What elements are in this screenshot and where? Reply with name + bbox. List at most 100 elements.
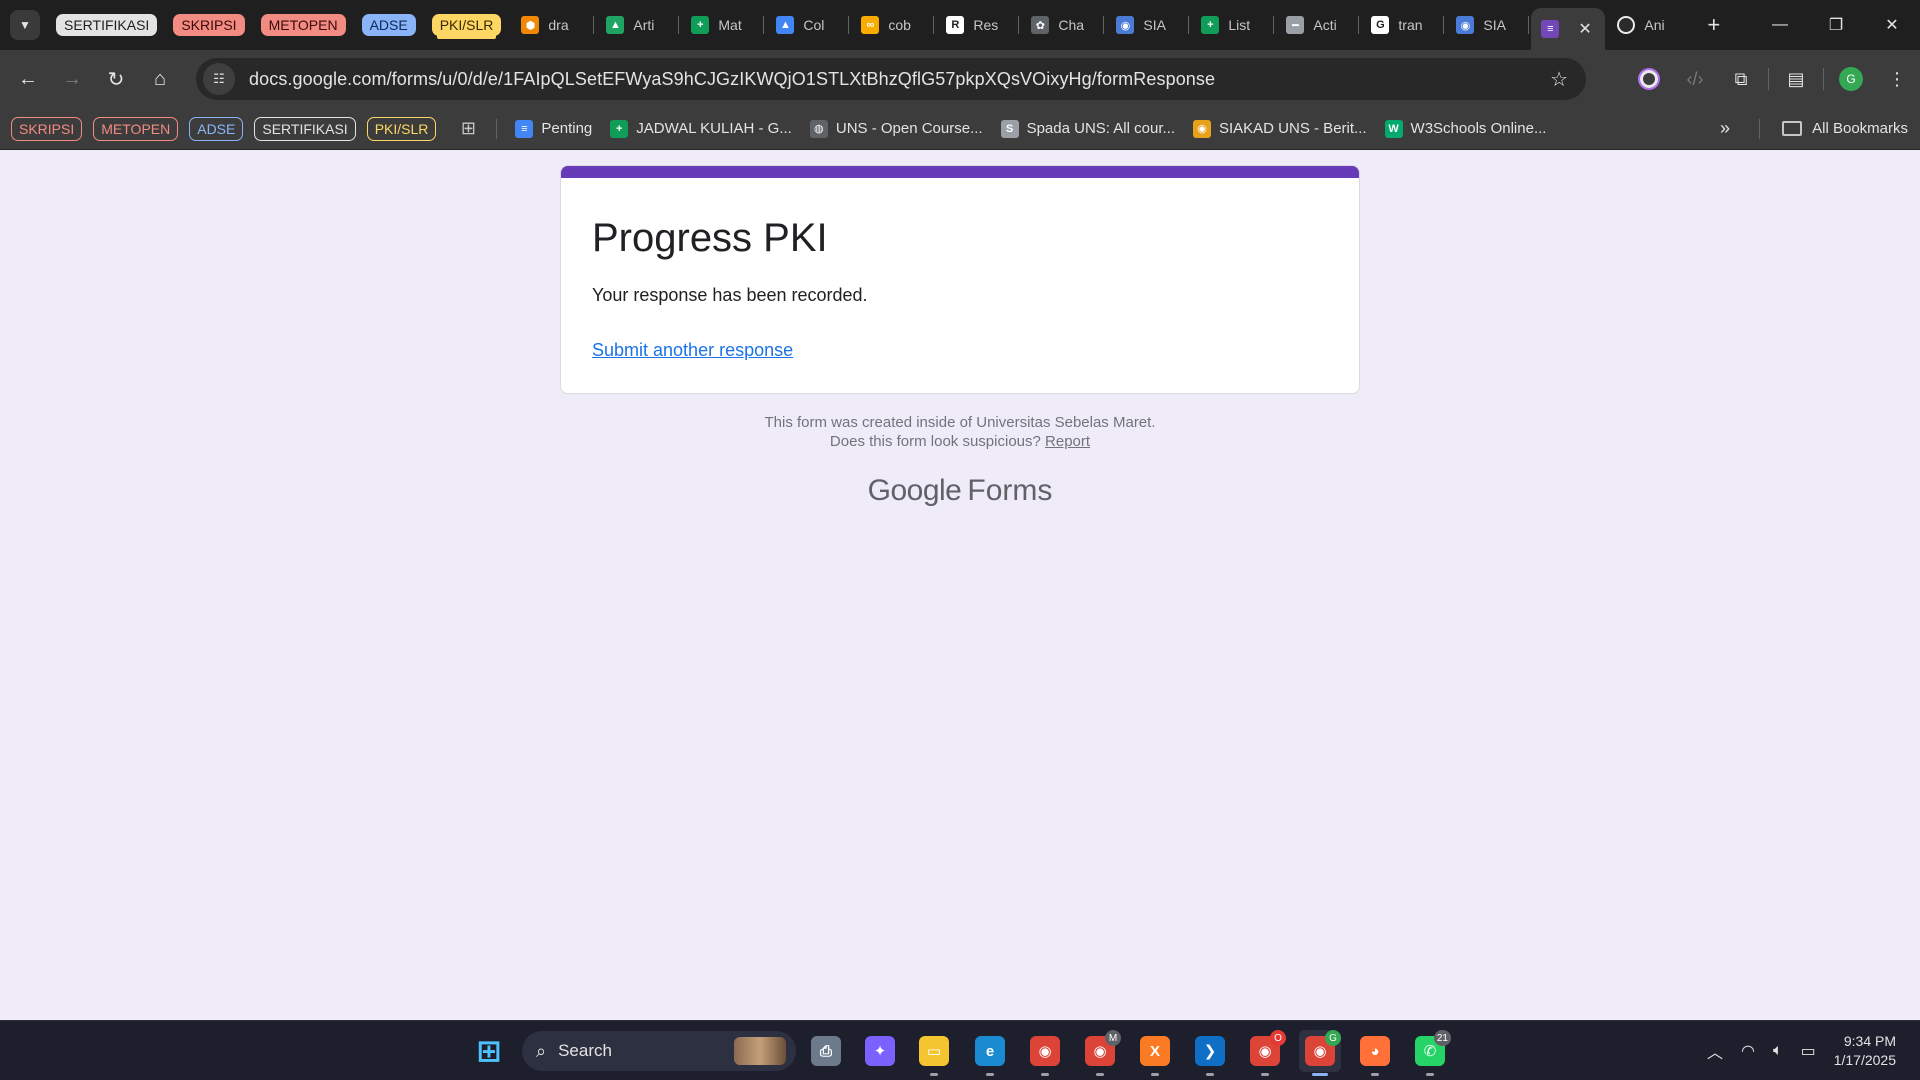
xampp-app[interactable]: X bbox=[1134, 1030, 1176, 1076]
confirmation-message: Your response has been recorded. bbox=[592, 285, 868, 305]
toolbar-divider bbox=[1768, 68, 1769, 90]
chevron-up-icon[interactable]: ︿ bbox=[1707, 1039, 1723, 1063]
browser-tab[interactable]: ∞ cob bbox=[851, 7, 933, 43]
clock-time: 9:34 PM bbox=[1843, 1033, 1896, 1049]
windows-taskbar: ⊞ ⎙ ✦ ▭ e ◉ ◉ M X ❯ ◉ O ◉ G ◕ ✆ 21 ⌕ Search ︿ ◠ 🔈︎ ▭ 9:3… bbox=[0, 1020, 1920, 1080]
apps-grid-icon: ⊞ bbox=[460, 118, 476, 138]
chrome-profile-o-app[interactable]: ◉ O bbox=[1244, 1030, 1286, 1076]
tab-title: Arti bbox=[633, 17, 655, 33]
browser-tab[interactable]: Ani bbox=[1607, 7, 1689, 43]
menu-button[interactable]: ⋮ bbox=[1874, 58, 1920, 100]
forward-button[interactable]: → bbox=[52, 59, 92, 99]
more-bookmarks-button[interactable]: » bbox=[1720, 118, 1730, 139]
bookmark-star-icon[interactable]: ☆ bbox=[1550, 67, 1568, 92]
browser-tab[interactable]: ▲ Arti bbox=[596, 7, 678, 43]
tab-title: SIA bbox=[1483, 17, 1506, 33]
bookmark-group-chip[interactable]: ADSE bbox=[189, 116, 244, 141]
bookmark-item[interactable]: S Spada UNS: All cour... bbox=[1000, 119, 1175, 138]
start-button[interactable]: ⊞ bbox=[468, 1030, 510, 1072]
tab-search-button[interactable]: ▼ bbox=[10, 10, 40, 40]
tab-group-chip[interactable]: PKI/SLR bbox=[431, 14, 502, 36]
apps-button[interactable]: ⊞ bbox=[454, 118, 482, 139]
tab-divider bbox=[1103, 16, 1105, 34]
tab-group-chip[interactable]: SKRIPSI bbox=[173, 14, 245, 36]
vscode-app[interactable]: ❯ bbox=[1189, 1030, 1231, 1076]
google-forms-logo[interactable]: Google Forms bbox=[560, 474, 1360, 508]
printer-app[interactable]: ⎙ bbox=[805, 1030, 847, 1072]
site-info-button[interactable]: ☷ bbox=[203, 63, 235, 95]
back-button[interactable]: ← bbox=[8, 59, 48, 99]
browser-tab[interactable]: R Res bbox=[936, 7, 1018, 43]
bookmarks-bar: SKRIPSI METOPEN ADSE SERTIFIKASI PKI/SLR ⊞ ≡… bbox=[0, 108, 1920, 150]
tab-group-chip[interactable]: METOPEN bbox=[260, 14, 346, 36]
browser-tab[interactable]: ◉ SIA bbox=[1106, 7, 1188, 43]
chrome-app[interactable]: ◉ bbox=[1024, 1030, 1066, 1076]
whatsapp-app[interactable]: ✆ 21 bbox=[1409, 1030, 1451, 1076]
taskbar-search[interactable]: ⌕ Search bbox=[522, 1031, 796, 1071]
browser-tab[interactable]: ✿ Cha bbox=[1021, 7, 1103, 43]
extensions-button[interactable]: ⧉ bbox=[1718, 58, 1764, 100]
double-chevron-right-icon: » bbox=[1719, 118, 1730, 138]
bookmark-item[interactable]: ≡ Penting bbox=[515, 119, 592, 138]
bookmark-label: SIAKAD UNS - Berit... bbox=[1219, 120, 1367, 137]
logo-forms-text: Forms bbox=[967, 474, 1053, 507]
tab-divider bbox=[593, 16, 595, 34]
submit-another-response-link[interactable]: Submit another response bbox=[592, 340, 793, 361]
browser-tab[interactable]: ▲ Col bbox=[766, 7, 848, 43]
browser-tab[interactable]: + Mat bbox=[681, 7, 763, 43]
profile-button[interactable]: G bbox=[1828, 58, 1874, 100]
restore-button[interactable]: ❐ bbox=[1808, 0, 1864, 50]
active-browser-tab[interactable]: ≡ ✕ bbox=[1531, 8, 1606, 50]
tab-group-chip[interactable]: SERTIFIKASI bbox=[56, 14, 158, 36]
report-link[interactable]: Report bbox=[1045, 433, 1090, 450]
close-window-button[interactable]: ✕ bbox=[1864, 0, 1920, 50]
new-tab-button[interactable]: + bbox=[1707, 12, 1720, 38]
minimize-button[interactable]: — bbox=[1752, 0, 1808, 50]
home-button[interactable]: ⌂ bbox=[140, 59, 180, 99]
browser-tab[interactable]: ◉ SIA bbox=[1446, 7, 1528, 43]
firefox-app[interactable]: ◕ bbox=[1354, 1030, 1396, 1076]
close-icon[interactable]: ✕ bbox=[1578, 19, 1591, 39]
bookmark-group-chip[interactable]: PKI/SLR bbox=[366, 116, 437, 141]
bookmark-item[interactable]: + JADWAL KULIAH - G... bbox=[610, 119, 792, 138]
tab-title: Cha bbox=[1058, 17, 1085, 33]
clock[interactable]: 9:34 PM 1/17/2025 bbox=[1834, 1032, 1896, 1070]
dev-extension-button[interactable]: ‹/› bbox=[1672, 58, 1718, 100]
address-bar[interactable]: ☷ docs.google.com/forms/u/0/d/e/1FAIpQLS… bbox=[196, 58, 1586, 100]
notification-badge: M bbox=[1105, 1030, 1121, 1046]
bookmark-item[interactable]: ◉ SIAKAD UNS - Berit... bbox=[1193, 119, 1367, 138]
tune-icon: ☷ bbox=[213, 71, 225, 86]
bookmark-item[interactable]: ◍ UNS - Open Course... bbox=[809, 119, 983, 138]
chrome-profile-m-app[interactable]: ◉ M bbox=[1079, 1030, 1121, 1076]
bookmark-group-chip[interactable]: METOPEN bbox=[93, 116, 179, 141]
tab-title: Mat bbox=[718, 17, 742, 33]
copilot-app[interactable]: ✦ bbox=[859, 1030, 901, 1072]
chrome-profile-g-app[interactable]: ◉ G bbox=[1299, 1030, 1341, 1076]
reload-button[interactable]: ↻ bbox=[96, 59, 136, 99]
battery-icon[interactable]: ▭ bbox=[1801, 1041, 1816, 1061]
browser-tab[interactable]: ⬢ dra bbox=[511, 7, 593, 43]
browser-tab[interactable]: Gtran bbox=[1361, 7, 1443, 43]
extension-lens-button[interactable] bbox=[1626, 58, 1672, 100]
wifi-icon[interactable]: ◠ bbox=[1741, 1041, 1755, 1061]
bookmark-group-chip[interactable]: SERTIFIKASI bbox=[254, 116, 356, 141]
minimize-icon: — bbox=[1772, 16, 1788, 33]
form-accent-bar bbox=[561, 166, 1359, 178]
browser-tab[interactable]: ━ Acti bbox=[1276, 7, 1358, 43]
side-panel-button[interactable]: ▤ bbox=[1773, 58, 1819, 100]
file-explorer-app[interactable]: ▭ bbox=[913, 1030, 955, 1076]
browser-tab[interactable]: + List bbox=[1191, 7, 1273, 43]
edge-app[interactable]: e bbox=[969, 1030, 1011, 1076]
volume-icon[interactable]: 🔈︎ bbox=[1773, 1042, 1783, 1060]
plus-icon: + bbox=[1707, 12, 1721, 37]
tab-divider bbox=[1018, 16, 1020, 34]
bookmark-item[interactable]: W W3Schools Online... bbox=[1384, 119, 1546, 138]
tab-group-chip[interactable]: ADSE bbox=[361, 14, 416, 36]
bookmark-divider bbox=[1759, 118, 1760, 139]
tab-divider bbox=[1188, 16, 1190, 34]
running-indicator bbox=[1151, 1073, 1159, 1076]
all-bookmarks-button[interactable]: All Bookmarks bbox=[1782, 120, 1908, 137]
url-text[interactable]: docs.google.com/forms/u/0/d/e/1FAIpQLSet… bbox=[249, 69, 1215, 90]
bookmark-group-chip[interactable]: SKRIPSI bbox=[11, 116, 83, 141]
notification-badge: 21 bbox=[1433, 1030, 1451, 1046]
